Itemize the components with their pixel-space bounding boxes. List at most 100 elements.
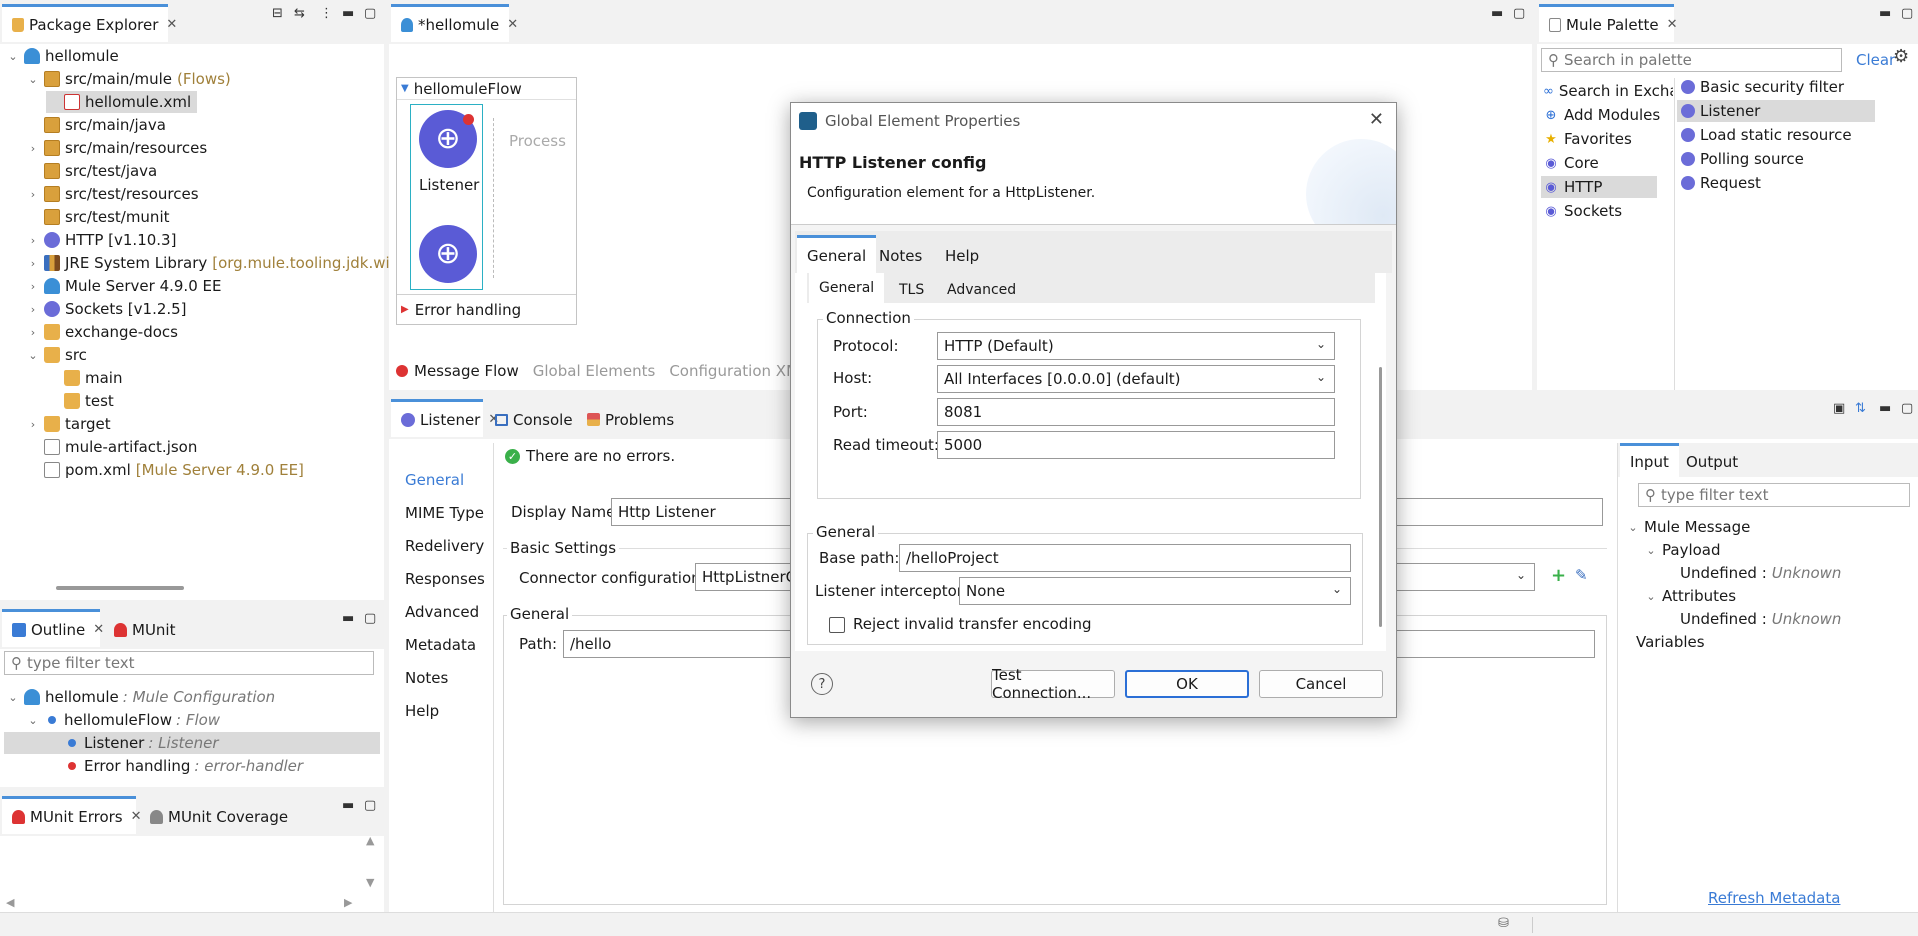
outline-item[interactable]: ⌄ hellomule: Mule Configuration: [6, 686, 275, 708]
chevron-icon[interactable]: ›: [26, 303, 40, 316]
dialog-tab-notes[interactable]: Notes: [869, 235, 932, 273]
tab-outline[interactable]: Outline ✕: [2, 609, 104, 647]
dialog-close-icon[interactable]: ✕: [1369, 109, 1384, 130]
metadata-filter-input[interactable]: ⚲ type filter text: [1638, 483, 1910, 507]
tree-item[interactable]: › src/main/resources: [26, 137, 207, 159]
tab-input[interactable]: Input: [1620, 443, 1679, 477]
status-bar-icon[interactable]: ⛁: [1498, 916, 1509, 931]
tree-item[interactable]: main: [46, 367, 122, 389]
settings-gear-icon[interactable]: ⚙: [1893, 46, 1909, 67]
tree-item[interactable]: ⌄ hellomule: [6, 45, 118, 67]
reject-encoding-checkbox[interactable]: [829, 617, 845, 633]
tab-mule-palette[interactable]: Mule Palette ✕: [1539, 4, 1677, 42]
minimize-icon[interactable]: ▬: [342, 6, 354, 21]
chevron-icon[interactable]: ›: [26, 326, 40, 339]
tree-item[interactable]: pom.xml [Mule Server 4.9.0 EE]: [26, 459, 304, 481]
chevron-icon[interactable]: ⌄: [26, 714, 40, 727]
palette-item[interactable]: Load static resource: [1677, 124, 1913, 146]
palette-search-input[interactable]: ⚲ Search in palette: [1541, 48, 1842, 72]
palette-item[interactable]: Basic security filter: [1677, 76, 1913, 98]
properties-nav-item[interactable]: Redelivery: [405, 537, 484, 555]
scroll-down-icon[interactable]: ▼: [366, 876, 374, 889]
maximize-icon[interactable]: ▢: [364, 6, 376, 21]
tab-listener[interactable]: Listener ✕: [391, 399, 499, 437]
metadata-item[interactable]: ⌄ Payload: [1644, 539, 1720, 561]
clear-link[interactable]: Clear: [1856, 51, 1895, 69]
tab-global-elements[interactable]: Global Elements: [533, 362, 656, 380]
scroll-up-icon[interactable]: ▲: [366, 834, 374, 847]
properties-nav-item[interactable]: Metadata: [405, 636, 476, 654]
metadata-item[interactable]: Variables: [1626, 631, 1705, 653]
subtab-advanced[interactable]: Advanced: [937, 273, 1026, 303]
dialog-tab-general[interactable]: General: [797, 235, 877, 273]
properties-nav-item[interactable]: Notes: [405, 669, 448, 687]
properties-nav-item[interactable]: Responses: [405, 570, 485, 588]
outline-filter-input[interactable]: ⚲ type filter text: [4, 651, 374, 675]
close-icon[interactable]: ✕: [166, 17, 177, 32]
tree-item[interactable]: mule-artifact.json: [26, 436, 197, 458]
tree-item[interactable]: › target: [26, 413, 111, 435]
tab-munit[interactable]: MUnit: [104, 609, 185, 647]
metadata-item[interactable]: Undefined : Unknown: [1680, 562, 1841, 584]
edit-config-icon[interactable]: ✎: [1575, 566, 1588, 584]
tab-package-explorer[interactable]: Package Explorer ✕: [2, 4, 177, 42]
chevron-icon[interactable]: ⌄: [1626, 521, 1640, 534]
tree-item[interactable]: test: [46, 390, 114, 412]
tree-item[interactable]: › JRE System Library [org.mule.tooling.jdk…: [26, 252, 432, 274]
chevron-icon[interactable]: ›: [26, 418, 40, 431]
palette-category[interactable]: ◉ Core: [1541, 152, 1673, 174]
palette-category[interactable]: ⊕ Add Modules: [1541, 104, 1673, 126]
tree-item[interactable]: ⌄ src/main/mule (Flows): [26, 68, 230, 90]
tree-item[interactable]: src/test/java: [26, 160, 157, 182]
collapse-all-icon[interactable]: ⊟: [272, 6, 283, 21]
tree-item[interactable]: hellomule.xml: [46, 91, 198, 113]
chevron-icon[interactable]: ⌄: [26, 349, 40, 362]
palette-item[interactable]: Request: [1677, 172, 1913, 194]
tab-hellomule[interactable]: *hellomule ✕: [391, 4, 518, 42]
horizontal-scrollbar[interactable]: [56, 586, 184, 590]
properties-nav-item[interactable]: Help: [405, 702, 439, 720]
test-connection-button[interactable]: Test Connection...: [991, 666, 1115, 702]
error-handling-row[interactable]: ▶ Error handling: [397, 294, 576, 324]
minimize-icon[interactable]: ▬: [1879, 401, 1891, 416]
port-input[interactable]: 8081: [937, 398, 1335, 426]
chevron-icon[interactable]: ⌄: [6, 691, 20, 704]
read-timeout-input[interactable]: 5000: [937, 431, 1335, 459]
properties-nav-item[interactable]: General: [405, 471, 464, 489]
minimize-icon[interactable]: ▬: [1491, 6, 1503, 21]
close-icon[interactable]: ✕: [507, 17, 518, 32]
outline-item[interactable]: Error handling: error-handler: [46, 755, 303, 777]
maximize-icon[interactable]: ▢: [364, 611, 376, 626]
palette-category[interactable]: ◉ Sockets: [1541, 200, 1673, 222]
tab-munit-errors[interactable]: MUnit Errors ✕: [2, 796, 142, 834]
palette-item[interactable]: Polling source: [1677, 148, 1913, 170]
scroll-left-icon[interactable]: ◀: [6, 896, 14, 909]
subtab-tls[interactable]: TLS: [889, 273, 934, 303]
protocol-select[interactable]: HTTP (Default) ⌄: [937, 332, 1335, 360]
metadata-item[interactable]: ⌄ Mule Message: [1626, 516, 1750, 538]
chevron-icon[interactable]: ⌄: [6, 50, 20, 63]
maximize-icon[interactable]: ▢: [364, 798, 376, 813]
outline-item[interactable]: Listener: Listener: [4, 732, 380, 754]
chevron-icon[interactable]: ›: [26, 188, 40, 201]
host-select[interactable]: All Interfaces [0.0.0.0] (default) ⌄: [937, 365, 1335, 393]
view-menu-icon[interactable]: ⋮: [320, 6, 333, 21]
maximize-icon[interactable]: ▢: [1901, 6, 1913, 21]
tree-item[interactable]: › exchange-docs: [26, 321, 178, 343]
response-component[interactable]: ⊕: [419, 225, 477, 283]
palette-category[interactable]: ∞ Search in Excha: [1541, 80, 1673, 102]
minimize-icon[interactable]: ▬: [342, 611, 354, 626]
palette-category[interactable]: ★ Favorites: [1541, 128, 1673, 150]
tree-item[interactable]: src/test/munit: [26, 206, 170, 228]
palette-category[interactable]: ◉ HTTP: [1541, 176, 1657, 198]
tab-problems[interactable]: Problems: [577, 399, 684, 437]
minimize-icon[interactable]: ▬: [1879, 6, 1891, 21]
link-view-icon[interactable]: ⇅: [1855, 401, 1866, 416]
properties-nav-item[interactable]: Advanced: [405, 603, 479, 621]
scroll-right-icon[interactable]: ▶: [344, 896, 352, 909]
close-icon[interactable]: ✕: [93, 622, 104, 637]
tree-item[interactable]: ⌄ src: [26, 344, 87, 366]
chevron-icon[interactable]: ›: [26, 142, 40, 155]
vertical-scrollbar[interactable]: [1379, 367, 1382, 627]
tree-item[interactable]: src/main/java: [26, 114, 166, 136]
